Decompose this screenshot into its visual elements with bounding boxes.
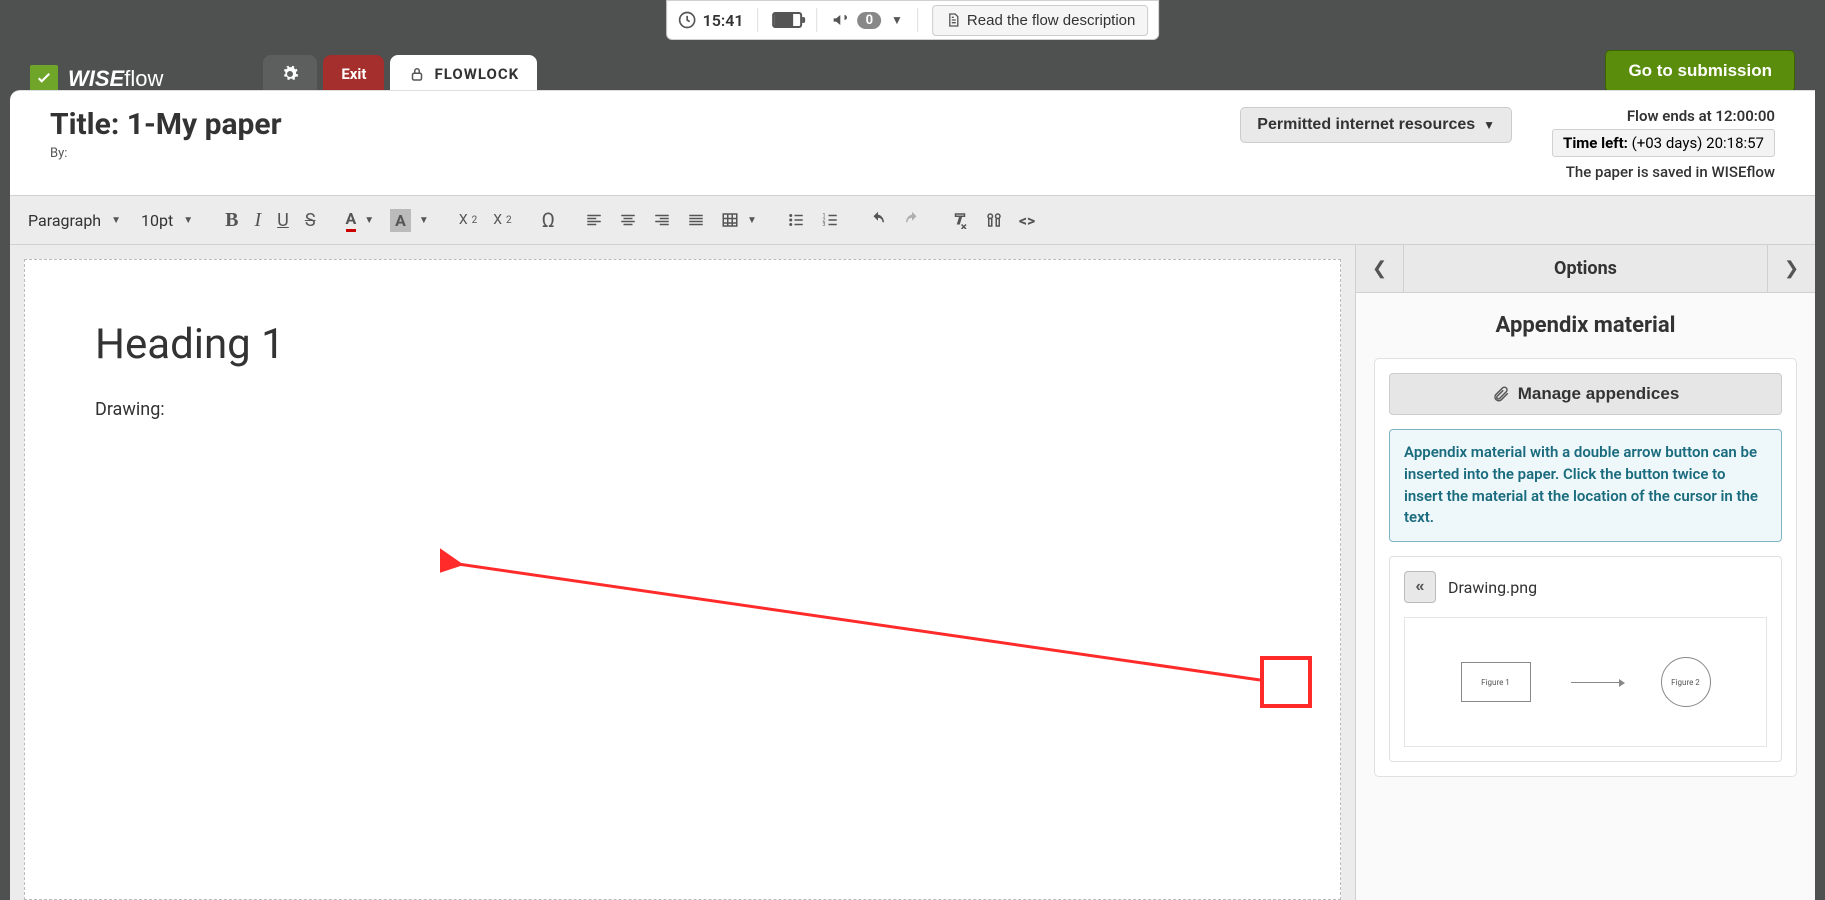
flowlock-label: FLOWLOCK	[434, 65, 519, 83]
undo-button[interactable]	[863, 207, 893, 233]
subscript-button[interactable]: X2	[453, 208, 483, 232]
figure2: Figure 2	[1661, 657, 1711, 707]
appendix-info: Appendix material with a double arrow bu…	[1389, 429, 1782, 542]
clock-time: 15:41	[703, 11, 744, 30]
clear-format-button[interactable]	[945, 207, 975, 233]
time-left-days: (+03 days)	[1632, 134, 1703, 152]
find-button[interactable]	[979, 207, 1009, 233]
permitted-resources-label: Permitted internet resources	[1257, 116, 1475, 134]
exit-button[interactable]: Exit	[323, 55, 384, 93]
brand-name: WISEflow	[68, 66, 163, 92]
bullet-list-button[interactable]	[781, 207, 811, 233]
insert-appendix-button[interactable]: «	[1404, 571, 1436, 603]
top-status-bar: 15:41 0 ▼ Read the flow description	[666, 0, 1160, 40]
flowlock-tab[interactable]: FLOWLOCK	[390, 55, 537, 93]
appendix-thumbnail[interactable]: Figure 1 Figure 2	[1404, 617, 1767, 747]
fontsize-select[interactable]: 10pt▼	[133, 207, 201, 234]
align-center-button[interactable]	[613, 207, 643, 233]
editor-area[interactable]: Heading 1 Drawing:	[10, 245, 1355, 900]
flow-ends: Flow ends at 12:00:00	[1552, 107, 1775, 125]
align-left-button[interactable]	[579, 207, 609, 233]
sidebar: ❮ Options ❯ Appendix material Manage app…	[1355, 245, 1815, 900]
style-select[interactable]: Paragraph▼	[20, 207, 129, 234]
document-icon	[945, 12, 961, 28]
document-page[interactable]: Heading 1 Drawing:	[24, 259, 1341, 900]
align-justify-button[interactable]	[681, 207, 711, 233]
manage-label: Manage appendices	[1518, 384, 1680, 404]
time-left: Time left: (+03 days) 20:18:57	[1552, 129, 1775, 157]
lock-icon	[408, 65, 426, 83]
bold-button[interactable]: B	[219, 205, 244, 236]
announcements[interactable]: 0 ▼	[832, 10, 903, 30]
read-flow-description-button[interactable]: Read the flow description	[932, 5, 1148, 36]
main-panel: Title: 1-My paper By: Permitted internet…	[10, 90, 1815, 900]
italic-button[interactable]: I	[248, 205, 267, 236]
megaphone-icon	[832, 10, 852, 30]
time-left-label: Time left:	[1563, 134, 1628, 152]
chevron-down-icon: ▼	[1483, 118, 1495, 132]
highlight-button[interactable]: A▼	[384, 205, 435, 236]
flow-status: Flow ends at 12:00:00 Time left: (+03 da…	[1552, 107, 1775, 185]
battery-icon	[773, 12, 803, 28]
document-header: Title: 1-My paper By: Permitted internet…	[10, 91, 1815, 195]
numbered-list-button[interactable]: 123	[815, 207, 845, 233]
settings-tab[interactable]	[263, 55, 317, 93]
text-color-button[interactable]: A▼	[340, 205, 381, 236]
table-button[interactable]: ▼	[715, 207, 763, 233]
align-right-button[interactable]	[647, 207, 677, 233]
redo-button[interactable]	[897, 207, 927, 233]
time-left-clock: 20:18:57	[1706, 134, 1764, 152]
options-next[interactable]: ❯	[1767, 245, 1815, 292]
options-title: Options	[1404, 245, 1767, 292]
strike-button[interactable]: S	[299, 206, 322, 235]
figure1: Figure 1	[1461, 662, 1531, 702]
chevron-down-icon: ▼	[891, 13, 903, 27]
permitted-resources-button[interactable]: Permitted internet resources ▼	[1240, 107, 1512, 143]
appendix-file: « Drawing.png Figure 1 Figure 2	[1389, 556, 1782, 762]
superscript-button[interactable]: X2	[487, 208, 517, 232]
appendix-box: Manage appendices Appendix material with…	[1374, 358, 1797, 777]
underline-button[interactable]: U	[271, 206, 295, 235]
gear-icon	[281, 65, 299, 83]
special-char-button[interactable]: Ω	[536, 204, 561, 236]
appendix-title: Appendix material	[1374, 313, 1797, 338]
options-prev[interactable]: ❮	[1356, 245, 1404, 292]
go-to-submission-button[interactable]: Go to submission	[1605, 50, 1795, 92]
doc-heading: Heading 1	[95, 320, 1270, 369]
manage-appendices-button[interactable]: Manage appendices	[1389, 373, 1782, 415]
svg-text:3: 3	[822, 222, 825, 228]
style-label: Paragraph	[28, 211, 101, 230]
fontsize-label: 10pt	[141, 211, 173, 230]
paper-author: By:	[50, 146, 282, 161]
save-status: The paper is saved in WISEflow	[1552, 163, 1775, 181]
brand-logo	[30, 65, 58, 93]
read-flow-label: Read the flow description	[967, 12, 1135, 29]
clock: 15:41	[677, 10, 744, 30]
exit-label: Exit	[341, 65, 366, 83]
paper-title: Title: 1-My paper	[50, 107, 282, 142]
notif-badge: 0	[858, 12, 881, 29]
code-button[interactable]: <>	[1013, 207, 1041, 234]
appendix-filename: Drawing.png	[1448, 578, 1537, 597]
navigation-bar: WISEflow Exit FLOWLOCK Go to submission	[30, 48, 1795, 93]
clock-icon	[677, 10, 697, 30]
editor-toolbar: Paragraph▼ 10pt▼ B I U S A▼ A▼ X2 X2 Ω ▼…	[10, 195, 1815, 245]
paperclip-icon	[1492, 385, 1510, 403]
brand: WISEflow	[30, 65, 163, 93]
doc-body: Drawing:	[95, 399, 1270, 420]
